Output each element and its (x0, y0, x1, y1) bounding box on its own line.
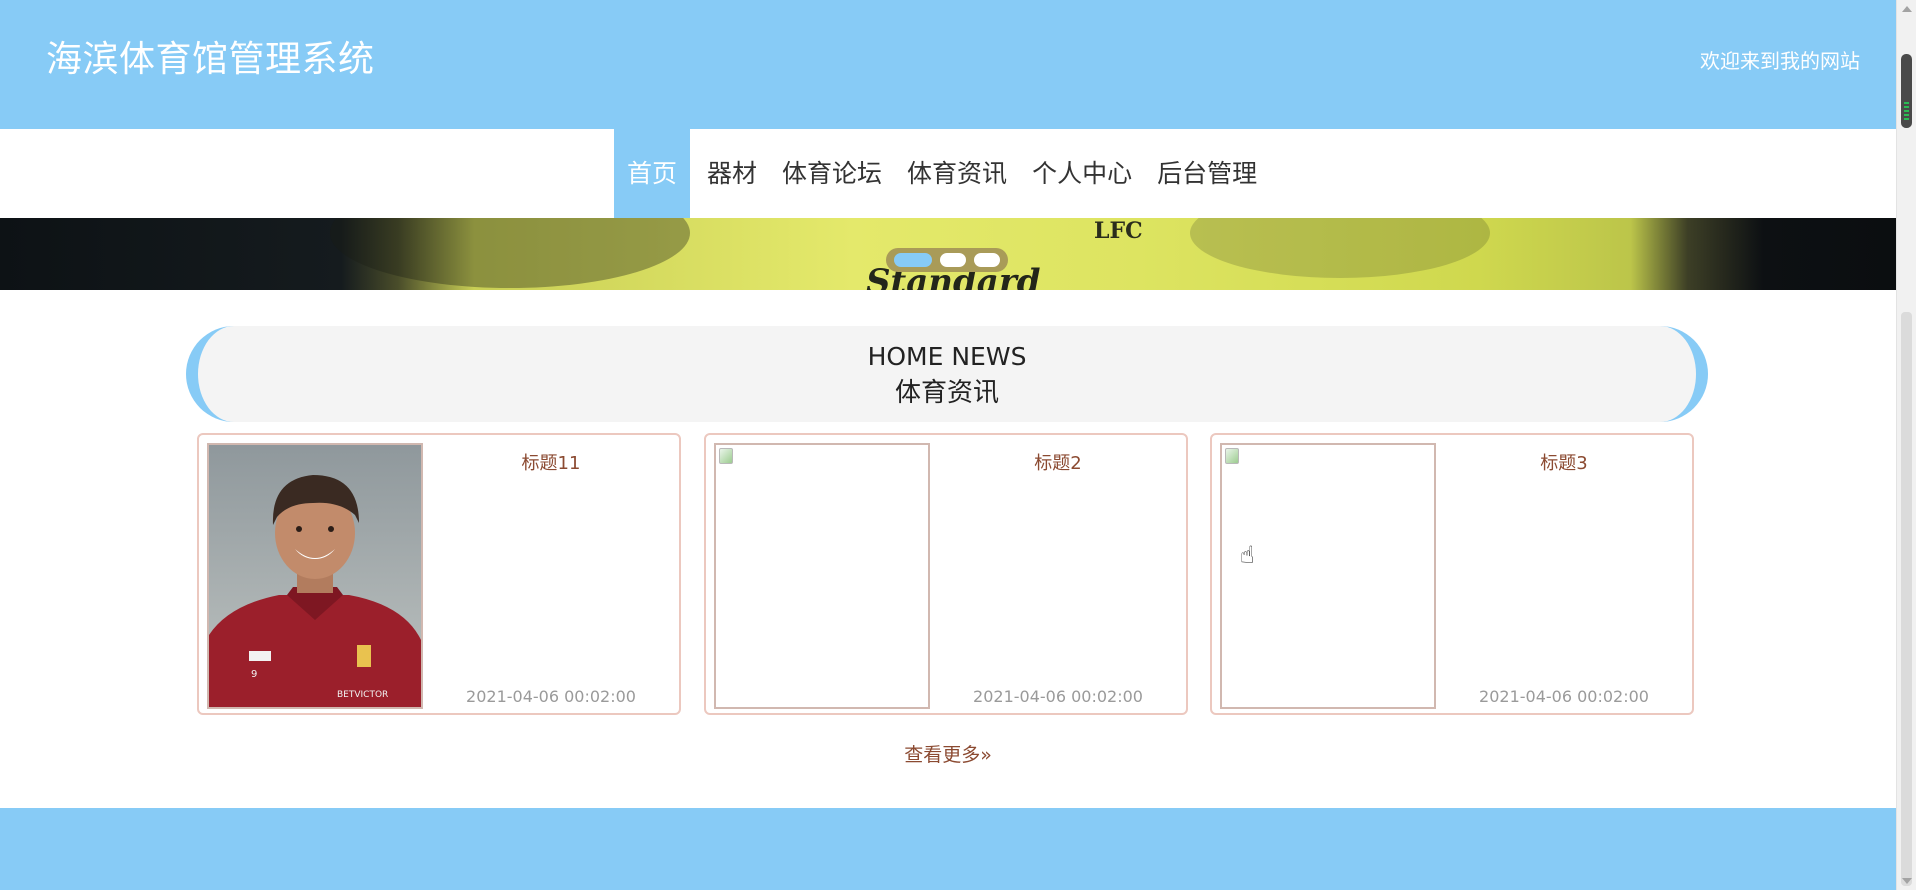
nav-item-sports-news[interactable]: 体育资讯 (899, 129, 1015, 218)
news-card-time: 2021-04-06 00:02:00 (1479, 687, 1649, 706)
news-card[interactable]: 标题2 2021-04-06 00:02:00 (704, 433, 1188, 715)
news-card-image[interactable]: 9 BETVICTOR (207, 443, 423, 709)
nav-list: 首页 器材 体育论坛 体育资讯 个人中心 后台管理 (614, 129, 1265, 218)
nav-item-forum[interactable]: 体育论坛 (774, 129, 890, 218)
news-card[interactable]: 标题3 2021-04-06 00:02:00 (1210, 433, 1694, 715)
news-card[interactable]: 9 BETVICTOR 标题11 2021-04-06 00:02:00 (197, 433, 681, 715)
carousel-dot-2[interactable] (940, 253, 966, 267)
site-header: 海滨体育馆管理系统 欢迎来到我的网站 (0, 0, 1896, 129)
news-card-title[interactable]: 标题3 (1436, 449, 1692, 475)
scrollbar-thumb[interactable] (1901, 54, 1912, 128)
news-card-title[interactable]: 标题11 (423, 449, 679, 475)
nav-item-equipment[interactable]: 器材 (699, 129, 765, 218)
news-section-header: HOME NEWS 体育资讯 (186, 326, 1708, 422)
news-heading-en: HOME NEWS (867, 342, 1027, 371)
welcome-text: 欢迎来到我的网站 (1700, 49, 1860, 73)
banner-shadow-shape (330, 218, 690, 288)
carousel-dot-1[interactable] (894, 253, 932, 267)
hand-cursor-icon: ☝ (1240, 541, 1255, 569)
scrollbar-track[interactable] (1901, 312, 1912, 886)
nav-item-personal-center[interactable]: 个人中心 (1024, 129, 1140, 218)
player-photo-icon: 9 BETVICTOR (209, 445, 421, 707)
view-more-link[interactable]: 查看更多» (0, 740, 1896, 767)
news-heading-cn: 体育资讯 (894, 378, 999, 408)
banner-logo-text: LFC (1094, 218, 1143, 244)
svg-text:9: 9 (251, 669, 257, 680)
svg-text:BETVICTOR: BETVICTOR (337, 690, 388, 700)
news-card-image[interactable] (1220, 443, 1436, 709)
news-card-time: 2021-04-06 00:02:00 (466, 687, 636, 706)
banner-fold-shape (1190, 218, 1490, 278)
nav-item-admin[interactable]: 后台管理 (1149, 129, 1265, 218)
vertical-scrollbar[interactable] (1896, 0, 1916, 890)
news-card-image[interactable] (714, 443, 930, 709)
main-nav: 首页 器材 体育论坛 体育资讯 个人中心 后台管理 (0, 129, 1896, 218)
scrollbar-grip-icon (1904, 102, 1909, 120)
page: 海滨体育馆管理系统 欢迎来到我的网站 首页 器材 体育论坛 体育资讯 个人中心 … (0, 0, 1896, 890)
carousel-indicators (886, 248, 1008, 272)
site-footer (0, 808, 1896, 890)
news-card-time: 2021-04-06 00:02:00 (973, 687, 1143, 706)
site-title: 海滨体育馆管理系统 (46, 39, 375, 80)
news-card-title[interactable]: 标题2 (930, 449, 1186, 475)
scroll-down-icon[interactable] (1902, 878, 1912, 884)
scroll-up-icon[interactable] (1902, 6, 1912, 12)
carousel-dot-3[interactable] (974, 253, 1000, 267)
nav-item-home[interactable]: 首页 (614, 129, 691, 218)
